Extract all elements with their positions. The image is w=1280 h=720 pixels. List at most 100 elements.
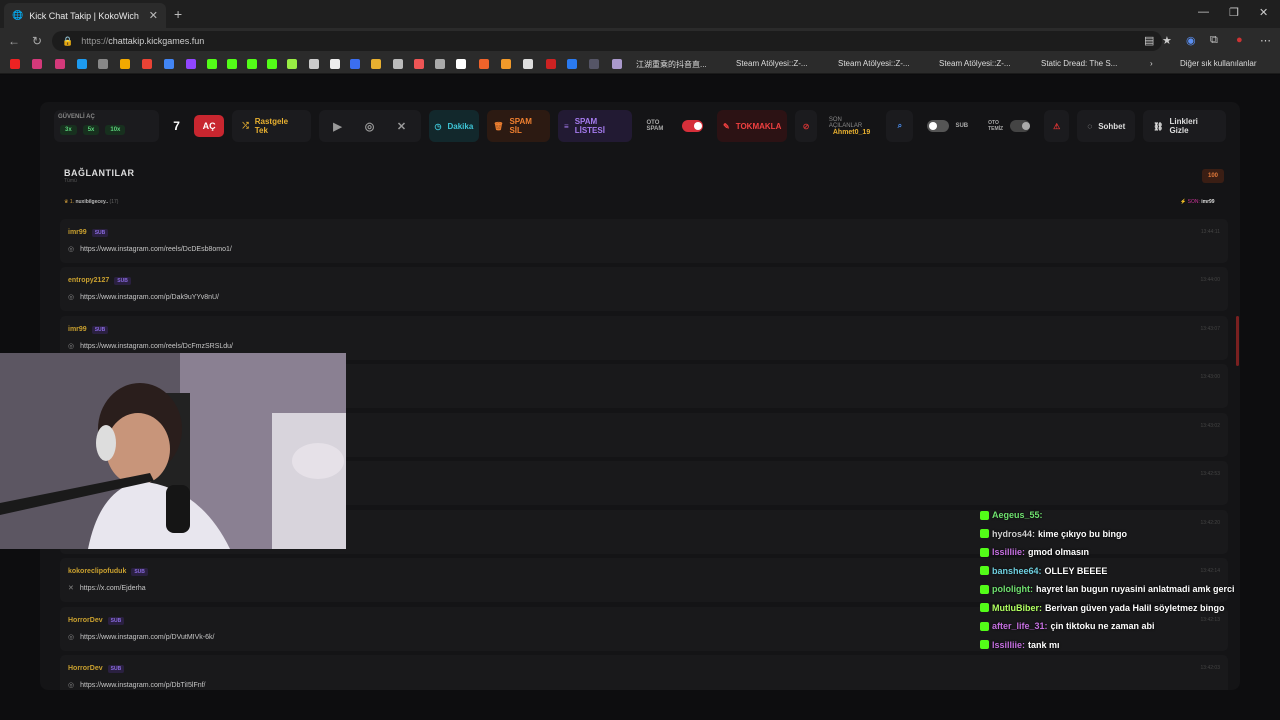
oto-temiz-toggle[interactable] [1010, 120, 1031, 132]
instagram-icon[interactable] [32, 59, 42, 69]
star-icon[interactable]: ★ [1162, 34, 1172, 47]
multiplier-10x[interactable]: 10x [105, 125, 126, 135]
row-user-name[interactable]: HorrorDev [68, 617, 103, 624]
top-user[interactable]: nuxibilgecey.. [75, 199, 108, 205]
row-user-name[interactable]: imr99 [68, 326, 87, 333]
minimize-icon[interactable]: — [1198, 6, 1209, 18]
row-user[interactable]: kokoreclipofuduk SUB [68, 568, 148, 576]
url-input[interactable]: 🔒 https://chattakip.kickgames.fun [52, 31, 1162, 51]
kick-icon[interactable] [207, 59, 217, 69]
more-icon[interactable]: ⋯ [1260, 34, 1271, 47]
gmail-icon[interactable] [142, 59, 152, 69]
warning-icon[interactable]: ⚠ [1044, 110, 1070, 142]
x-icon[interactable] [330, 59, 340, 69]
close-tab-icon[interactable]: ✕ [149, 9, 158, 22]
kick-icon[interactable] [267, 59, 277, 69]
list-item[interactable]: entropy2127 SUB ◎ https://www.instagram.com… [60, 267, 1228, 311]
windows-icon[interactable] [120, 59, 130, 69]
instagram-icon[interactable] [55, 59, 65, 69]
youtube-icon[interactable] [10, 59, 20, 69]
scrollbar[interactable] [1236, 316, 1239, 366]
multiplier-5x[interactable]: 5x [82, 125, 100, 135]
spam-sil-button[interactable]: 🗑 SPAM SİL [487, 110, 551, 142]
row-user[interactable]: entropy2127 SUB [68, 277, 131, 285]
extension-icon[interactable]: ◉ [1186, 34, 1196, 47]
oto-spam-toggle[interactable] [682, 120, 704, 132]
bookmark-steam-2[interactable]: Steam Atölyesi::Z-... [838, 59, 910, 68]
row-link[interactable]: https://x.com/Ejderha [80, 585, 146, 592]
avatar[interactable]: ● [1236, 34, 1243, 46]
son-acilanlar-label: SON AÇILANLAR [828, 116, 863, 129]
bookmark-steam-1[interactable]: Steam Atölyesi::Z-... [736, 59, 808, 68]
bookmark-icon[interactable] [456, 59, 466, 69]
bookmark-folder[interactable]: Diğer sık kullanılanlar [1180, 59, 1256, 68]
bookmark-icon[interactable] [589, 59, 599, 69]
reload-icon[interactable]: ↻ [32, 34, 42, 48]
row-link[interactable]: https://www.instagram.com/reels/DcDEsb8o… [80, 246, 232, 253]
row-time: 13:43:02 [1200, 423, 1220, 429]
row-user[interactable]: imr99 SUB [68, 229, 109, 237]
open-count[interactable]: 7 [167, 119, 186, 133]
drive-icon[interactable] [164, 59, 174, 69]
kick-icon[interactable] [227, 59, 237, 69]
bookmark-icon[interactable] [612, 59, 622, 69]
spam-sil-label: SPAM SİL [509, 117, 532, 135]
bookmark-icon[interactable] [435, 59, 445, 69]
row-user[interactable]: HorrorDev SUB [68, 617, 125, 625]
stop-icon[interactable]: ⊘ [795, 110, 817, 142]
dakika-button[interactable]: ◷ Dakika [428, 110, 480, 142]
row-user[interactable]: imr99 SUB [68, 326, 109, 334]
twitter-icon[interactable] [77, 59, 87, 69]
list-item[interactable]: HorrorDev SUB ◎ https://www.instagram.com/p… [60, 655, 1228, 690]
son-user[interactable]: imr99 [1201, 199, 1214, 205]
bookmark-icon[interactable] [350, 59, 360, 69]
bookmark-icon[interactable] [393, 59, 403, 69]
row-user-name[interactable]: kokoreclipofuduk [68, 568, 126, 575]
new-tab-button[interactable]: + [174, 6, 182, 22]
puzzle-icon[interactable]: ⧉ [1210, 34, 1218, 47]
row-user-name[interactable]: HorrorDev [68, 665, 103, 672]
list-item[interactable]: imr99 SUB ◎ https://www.instagram.com/reels… [60, 219, 1228, 263]
son-acilanlar-user[interactable]: Ahmet0_19 [833, 129, 870, 136]
browser-tab[interactable]: 🌐 Kick Chat Takip | KokoWich ✕ [4, 3, 166, 28]
bookmark-icon[interactable] [287, 59, 297, 69]
youtube-icon[interactable]: ▶ [327, 115, 349, 137]
spam-listesi-button[interactable]: ≡ SPAM LİSTESİ [558, 110, 633, 142]
anchor-icon[interactable] [309, 59, 319, 69]
row-link[interactable]: https://www.instagram.com/p/DVutMIVk-6k/ [80, 634, 214, 641]
bookmark-icon[interactable] [371, 59, 381, 69]
twitch-icon[interactable] [186, 59, 196, 69]
multiplier-3x[interactable]: 3x [60, 125, 77, 135]
bookmark-icon[interactable] [523, 59, 533, 69]
bookmark-static-dread[interactable]: Static Dread: The S... [1041, 59, 1117, 68]
close-window-icon[interactable]: ✕ [1259, 6, 1268, 19]
x-icon[interactable]: ✕ [391, 115, 413, 137]
reddit-icon[interactable] [414, 59, 424, 69]
back-icon[interactable]: ← [8, 34, 20, 48]
row-user-name[interactable]: entropy2127 [68, 277, 109, 284]
bookmark-icon[interactable] [567, 59, 577, 69]
globe-icon[interactable] [98, 59, 108, 69]
sohbet-button[interactable]: ◌ Sohbet [1077, 110, 1136, 142]
ac-button[interactable]: AÇ [193, 115, 225, 137]
row-user-name[interactable]: imr99 [68, 229, 87, 236]
row-user[interactable]: HorrorDev SUB [68, 665, 125, 673]
restore-icon[interactable]: ❐ [1229, 6, 1239, 19]
sub-toggle[interactable] [927, 120, 950, 132]
row-link[interactable]: https://www.instagram.com/p/DbTiI5lFnf/ [80, 682, 205, 689]
linkleri-gizle-button[interactable]: ⛓ Linkleri Gizle [1143, 110, 1227, 142]
bookmark-icon[interactable] [501, 59, 511, 69]
kick-icon[interactable] [247, 59, 257, 69]
bookmark-steam-3[interactable]: Steam Atölyesi::Z-... [939, 59, 1011, 68]
bookmark-icon[interactable] [479, 59, 489, 69]
chevron-right-icon[interactable]: › [1150, 59, 1153, 68]
instagram-icon[interactable]: ◎ [359, 115, 381, 137]
bookmark-tiktok[interactable]: 江湖重乘的抖音直... [636, 59, 707, 70]
random-button[interactable]: ⤮ Rastgele Tek [232, 110, 311, 142]
tokmakla-button[interactable]: ✎ TOKMAKLA [717, 110, 788, 142]
search-icon[interactable]: ⌕ [886, 110, 914, 142]
bookmark-icon[interactable] [546, 59, 556, 69]
row-link[interactable]: https://www.instagram.com/p/Dak9uYYv8nU/ [80, 294, 219, 301]
row-link[interactable]: https://www.instagram.com/reels/DcFmzSRS… [80, 343, 233, 350]
reader-icon[interactable]: ▤ [1144, 34, 1154, 47]
